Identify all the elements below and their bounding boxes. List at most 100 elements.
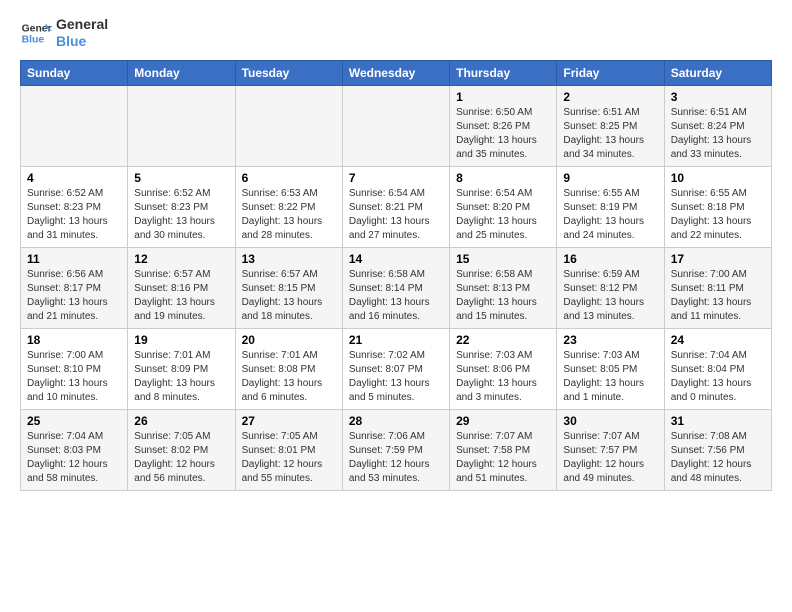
calendar-cell-4-5: 30 Sunrise: 7:07 AMSunset: 7:57 PMDaylig… [557, 409, 664, 490]
header-friday: Friday [557, 60, 664, 85]
day-number: 22 [456, 333, 550, 347]
day-number: 5 [134, 171, 228, 185]
week-row-2: 4 Sunrise: 6:52 AMSunset: 8:23 PMDayligh… [21, 166, 772, 247]
calendar-cell-4-4: 29 Sunrise: 7:07 AMSunset: 7:58 PMDaylig… [450, 409, 557, 490]
header: General Blue General Blue [20, 16, 772, 50]
week-row-5: 25 Sunrise: 7:04 AMSunset: 8:03 PMDaylig… [21, 409, 772, 490]
calendar-cell-2-2: 13 Sunrise: 6:57 AMSunset: 8:15 PMDaylig… [235, 247, 342, 328]
calendar-cell-4-1: 26 Sunrise: 7:05 AMSunset: 8:02 PMDaylig… [128, 409, 235, 490]
calendar-cell-3-4: 22 Sunrise: 7:03 AMSunset: 8:06 PMDaylig… [450, 328, 557, 409]
header-thursday: Thursday [450, 60, 557, 85]
day-number: 12 [134, 252, 228, 266]
day-number: 1 [456, 90, 550, 104]
calendar-cell-1-2: 6 Sunrise: 6:53 AMSunset: 8:22 PMDayligh… [235, 166, 342, 247]
day-number: 30 [563, 414, 657, 428]
day-info: Sunrise: 7:07 AMSunset: 7:58 PMDaylight:… [456, 430, 550, 486]
day-info: Sunrise: 6:52 AMSunset: 8:23 PMDaylight:… [134, 187, 228, 243]
day-number: 25 [27, 414, 121, 428]
week-row-3: 11 Sunrise: 6:56 AMSunset: 8:17 PMDaylig… [21, 247, 772, 328]
day-info: Sunrise: 6:59 AMSunset: 8:12 PMDaylight:… [563, 268, 657, 324]
calendar-cell-1-0: 4 Sunrise: 6:52 AMSunset: 8:23 PMDayligh… [21, 166, 128, 247]
day-info: Sunrise: 7:07 AMSunset: 7:57 PMDaylight:… [563, 430, 657, 486]
calendar-cell-1-4: 8 Sunrise: 6:54 AMSunset: 8:20 PMDayligh… [450, 166, 557, 247]
day-number: 10 [671, 171, 765, 185]
day-number: 13 [242, 252, 336, 266]
day-info: Sunrise: 6:56 AMSunset: 8:17 PMDaylight:… [27, 268, 121, 324]
day-number: 11 [27, 252, 121, 266]
calendar-cell-4-0: 25 Sunrise: 7:04 AMSunset: 8:03 PMDaylig… [21, 409, 128, 490]
day-info: Sunrise: 6:54 AMSunset: 8:20 PMDaylight:… [456, 187, 550, 243]
day-number: 8 [456, 171, 550, 185]
calendar-cell-2-4: 15 Sunrise: 6:58 AMSunset: 8:13 PMDaylig… [450, 247, 557, 328]
day-info: Sunrise: 7:00 AMSunset: 8:11 PMDaylight:… [671, 268, 765, 324]
day-number: 7 [349, 171, 443, 185]
day-number: 4 [27, 171, 121, 185]
day-info: Sunrise: 7:01 AMSunset: 8:08 PMDaylight:… [242, 349, 336, 405]
calendar-cell-3-5: 23 Sunrise: 7:03 AMSunset: 8:05 PMDaylig… [557, 328, 664, 409]
day-number: 6 [242, 171, 336, 185]
header-sunday: Sunday [21, 60, 128, 85]
day-info: Sunrise: 7:04 AMSunset: 8:03 PMDaylight:… [27, 430, 121, 486]
day-info: Sunrise: 7:08 AMSunset: 7:56 PMDaylight:… [671, 430, 765, 486]
calendar-cell-1-3: 7 Sunrise: 6:54 AMSunset: 8:21 PMDayligh… [342, 166, 449, 247]
logo: General Blue General Blue [20, 16, 108, 50]
calendar-cell-3-3: 21 Sunrise: 7:02 AMSunset: 8:07 PMDaylig… [342, 328, 449, 409]
day-info: Sunrise: 7:00 AMSunset: 8:10 PMDaylight:… [27, 349, 121, 405]
calendar-cell-1-5: 9 Sunrise: 6:55 AMSunset: 8:19 PMDayligh… [557, 166, 664, 247]
calendar-cell-0-5: 2 Sunrise: 6:51 AMSunset: 8:25 PMDayligh… [557, 85, 664, 166]
calendar-header-row: SundayMondayTuesdayWednesdayThursdayFrid… [21, 60, 772, 85]
day-info: Sunrise: 7:05 AMSunset: 8:01 PMDaylight:… [242, 430, 336, 486]
calendar-cell-4-6: 31 Sunrise: 7:08 AMSunset: 7:56 PMDaylig… [664, 409, 771, 490]
svg-text:Blue: Blue [22, 34, 45, 45]
day-info: Sunrise: 7:02 AMSunset: 8:07 PMDaylight:… [349, 349, 443, 405]
day-info: Sunrise: 6:58 AMSunset: 8:14 PMDaylight:… [349, 268, 443, 324]
day-number: 17 [671, 252, 765, 266]
calendar-cell-2-6: 17 Sunrise: 7:00 AMSunset: 8:11 PMDaylig… [664, 247, 771, 328]
day-info: Sunrise: 6:51 AMSunset: 8:24 PMDaylight:… [671, 106, 765, 162]
header-tuesday: Tuesday [235, 60, 342, 85]
header-monday: Monday [128, 60, 235, 85]
calendar-cell-0-2 [235, 85, 342, 166]
day-number: 15 [456, 252, 550, 266]
day-number: 20 [242, 333, 336, 347]
day-info: Sunrise: 6:52 AMSunset: 8:23 PMDaylight:… [27, 187, 121, 243]
day-info: Sunrise: 6:55 AMSunset: 8:18 PMDaylight:… [671, 187, 765, 243]
day-number: 26 [134, 414, 228, 428]
header-wednesday: Wednesday [342, 60, 449, 85]
calendar-cell-1-6: 10 Sunrise: 6:55 AMSunset: 8:18 PMDaylig… [664, 166, 771, 247]
calendar-cell-0-4: 1 Sunrise: 6:50 AMSunset: 8:26 PMDayligh… [450, 85, 557, 166]
calendar-cell-2-1: 12 Sunrise: 6:57 AMSunset: 8:16 PMDaylig… [128, 247, 235, 328]
day-number: 28 [349, 414, 443, 428]
day-number: 29 [456, 414, 550, 428]
calendar-cell-0-1 [128, 85, 235, 166]
day-number: 2 [563, 90, 657, 104]
calendar-cell-3-1: 19 Sunrise: 7:01 AMSunset: 8:09 PMDaylig… [128, 328, 235, 409]
calendar-cell-3-2: 20 Sunrise: 7:01 AMSunset: 8:08 PMDaylig… [235, 328, 342, 409]
week-row-1: 1 Sunrise: 6:50 AMSunset: 8:26 PMDayligh… [21, 85, 772, 166]
week-row-4: 18 Sunrise: 7:00 AMSunset: 8:10 PMDaylig… [21, 328, 772, 409]
day-number: 19 [134, 333, 228, 347]
calendar-cell-2-0: 11 Sunrise: 6:56 AMSunset: 8:17 PMDaylig… [21, 247, 128, 328]
day-info: Sunrise: 7:01 AMSunset: 8:09 PMDaylight:… [134, 349, 228, 405]
calendar-cell-2-3: 14 Sunrise: 6:58 AMSunset: 8:14 PMDaylig… [342, 247, 449, 328]
day-info: Sunrise: 6:55 AMSunset: 8:19 PMDaylight:… [563, 187, 657, 243]
day-info: Sunrise: 6:51 AMSunset: 8:25 PMDaylight:… [563, 106, 657, 162]
header-saturday: Saturday [664, 60, 771, 85]
calendar-cell-1-1: 5 Sunrise: 6:52 AMSunset: 8:23 PMDayligh… [128, 166, 235, 247]
day-number: 21 [349, 333, 443, 347]
calendar-cell-4-3: 28 Sunrise: 7:06 AMSunset: 7:59 PMDaylig… [342, 409, 449, 490]
day-info: Sunrise: 7:06 AMSunset: 7:59 PMDaylight:… [349, 430, 443, 486]
calendar-cell-0-3 [342, 85, 449, 166]
calendar-cell-4-2: 27 Sunrise: 7:05 AMSunset: 8:01 PMDaylig… [235, 409, 342, 490]
day-number: 14 [349, 252, 443, 266]
day-info: Sunrise: 7:05 AMSunset: 8:02 PMDaylight:… [134, 430, 228, 486]
day-number: 9 [563, 171, 657, 185]
day-number: 27 [242, 414, 336, 428]
day-number: 18 [27, 333, 121, 347]
calendar-cell-0-6: 3 Sunrise: 6:51 AMSunset: 8:24 PMDayligh… [664, 85, 771, 166]
day-info: Sunrise: 6:57 AMSunset: 8:16 PMDaylight:… [134, 268, 228, 324]
day-number: 31 [671, 414, 765, 428]
day-number: 3 [671, 90, 765, 104]
day-number: 16 [563, 252, 657, 266]
day-number: 24 [671, 333, 765, 347]
